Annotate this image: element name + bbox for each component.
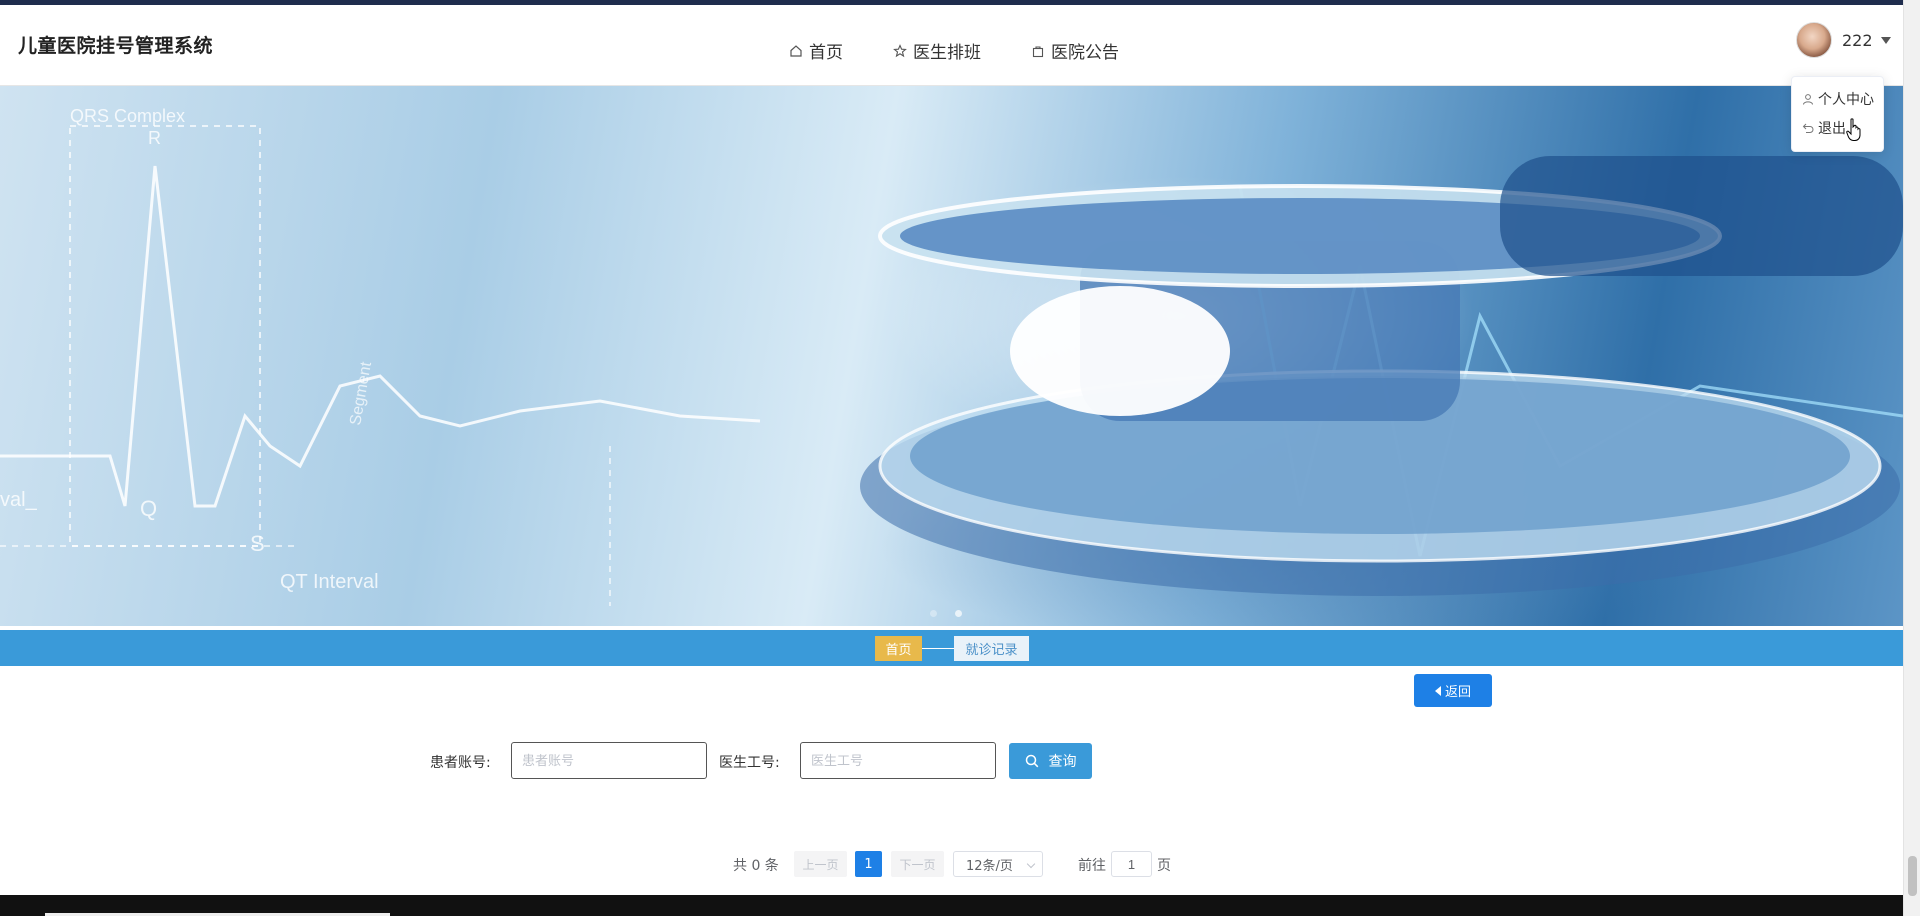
back-arrow-icon [1802,123,1814,133]
carousel-dot[interactable] [955,610,962,617]
user-icon [1803,94,1813,105]
nav-item-schedule[interactable]: 医生排班 [893,38,981,63]
pagination-total: 共 0 条 [733,858,779,874]
dropdown-item-label: 退出 [1818,121,1846,137]
scrollbar-thumb[interactable] [1908,856,1917,896]
user-name: 222 [1842,30,1873,50]
banner-annotation-segment: Segment [347,360,375,427]
star-icon [893,43,907,57]
hero-banner: QRS Complex R Q S QT Interval val_ Segme… [0,86,1903,626]
page-suffix-label: 页 [1157,858,1171,874]
pagination: 共 0 条 上一页 1 下一页 12条/页 前往 页 [0,851,1903,877]
banner-annotation-q: Q [140,496,157,521]
carousel-dots [930,610,962,617]
patient-account-label: 患者账号: [430,755,491,771]
patient-account-input[interactable] [511,742,707,779]
nav-item-home[interactable]: 首页 [789,38,843,63]
breadcrumb-current: 就诊记录 [954,636,1029,661]
prev-page-button[interactable]: 上一页 [794,851,847,877]
home-icon [790,44,802,57]
user-menu-trigger[interactable]: 222 [1796,22,1891,58]
main-nav: 首页 医生排班 医院公告 [0,38,1903,68]
doctor-id-label: 医生工号: [719,755,780,771]
banner-annotation-qt: QT Interval [280,571,379,593]
bag-icon [1032,45,1044,57]
banner-annotation-r: R [148,128,161,148]
query-button-label: 查询 [1048,754,1077,770]
banner-illustration: QRS Complex R Q S QT Interval val_ Segme… [0,106,1903,606]
search-form: 患者账号: 医生工号: 查询 [0,742,1903,780]
breadcrumb: 首页 就诊记录 [0,630,1903,666]
banner-annotation-qrs: QRS Complex [70,106,185,126]
dropdown-item-profile[interactable]: 个人中心 [1802,89,1874,109]
user-dropdown: 个人中心 退出 [1791,76,1884,152]
nav-item-notice[interactable]: 医院公告 [1031,38,1119,63]
page-size-value: 12条/页 [966,858,1013,874]
banner-annotation-s: S [250,531,265,556]
avatar [1796,22,1832,58]
back-button-label: 返回 [1444,685,1471,700]
dropdown-item-label: 个人中心 [1818,92,1874,108]
query-button[interactable]: 查询 [1009,743,1092,779]
page-number-button[interactable]: 1 [855,851,882,877]
banner-annotation-val: val_ [0,489,38,511]
breadcrumb-connector [922,648,954,649]
search-icon [1025,754,1038,768]
page-size-select[interactable]: 12条/页 [953,851,1043,877]
page-scrollbar[interactable] [1903,0,1920,916]
goto-label: 前往 [1078,858,1106,874]
breadcrumb-home[interactable]: 首页 [875,636,922,661]
chevron-down-icon [1026,859,1036,869]
nav-item-label: 首页 [809,43,843,63]
bottom-taskbar-strip [0,895,1903,916]
dropdown-item-logout[interactable]: 退出 [1802,118,1846,138]
caret-down-icon [1880,36,1891,44]
back-button[interactable]: 返回 [1414,674,1492,707]
doctor-id-input[interactable] [800,742,996,779]
next-page-button[interactable]: 下一页 [891,851,944,877]
nav-item-label: 医院公告 [1051,43,1119,63]
nav-item-label: 医生排班 [913,43,981,63]
goto-page-input[interactable] [1111,851,1152,877]
app-header: 儿童医院挂号管理系统 首页 医生排班 医院公告 222 [0,5,1903,86]
hand-cursor-icon [1846,118,1861,141]
caret-left-icon [1434,685,1441,696]
carousel-dot[interactable] [930,610,937,617]
